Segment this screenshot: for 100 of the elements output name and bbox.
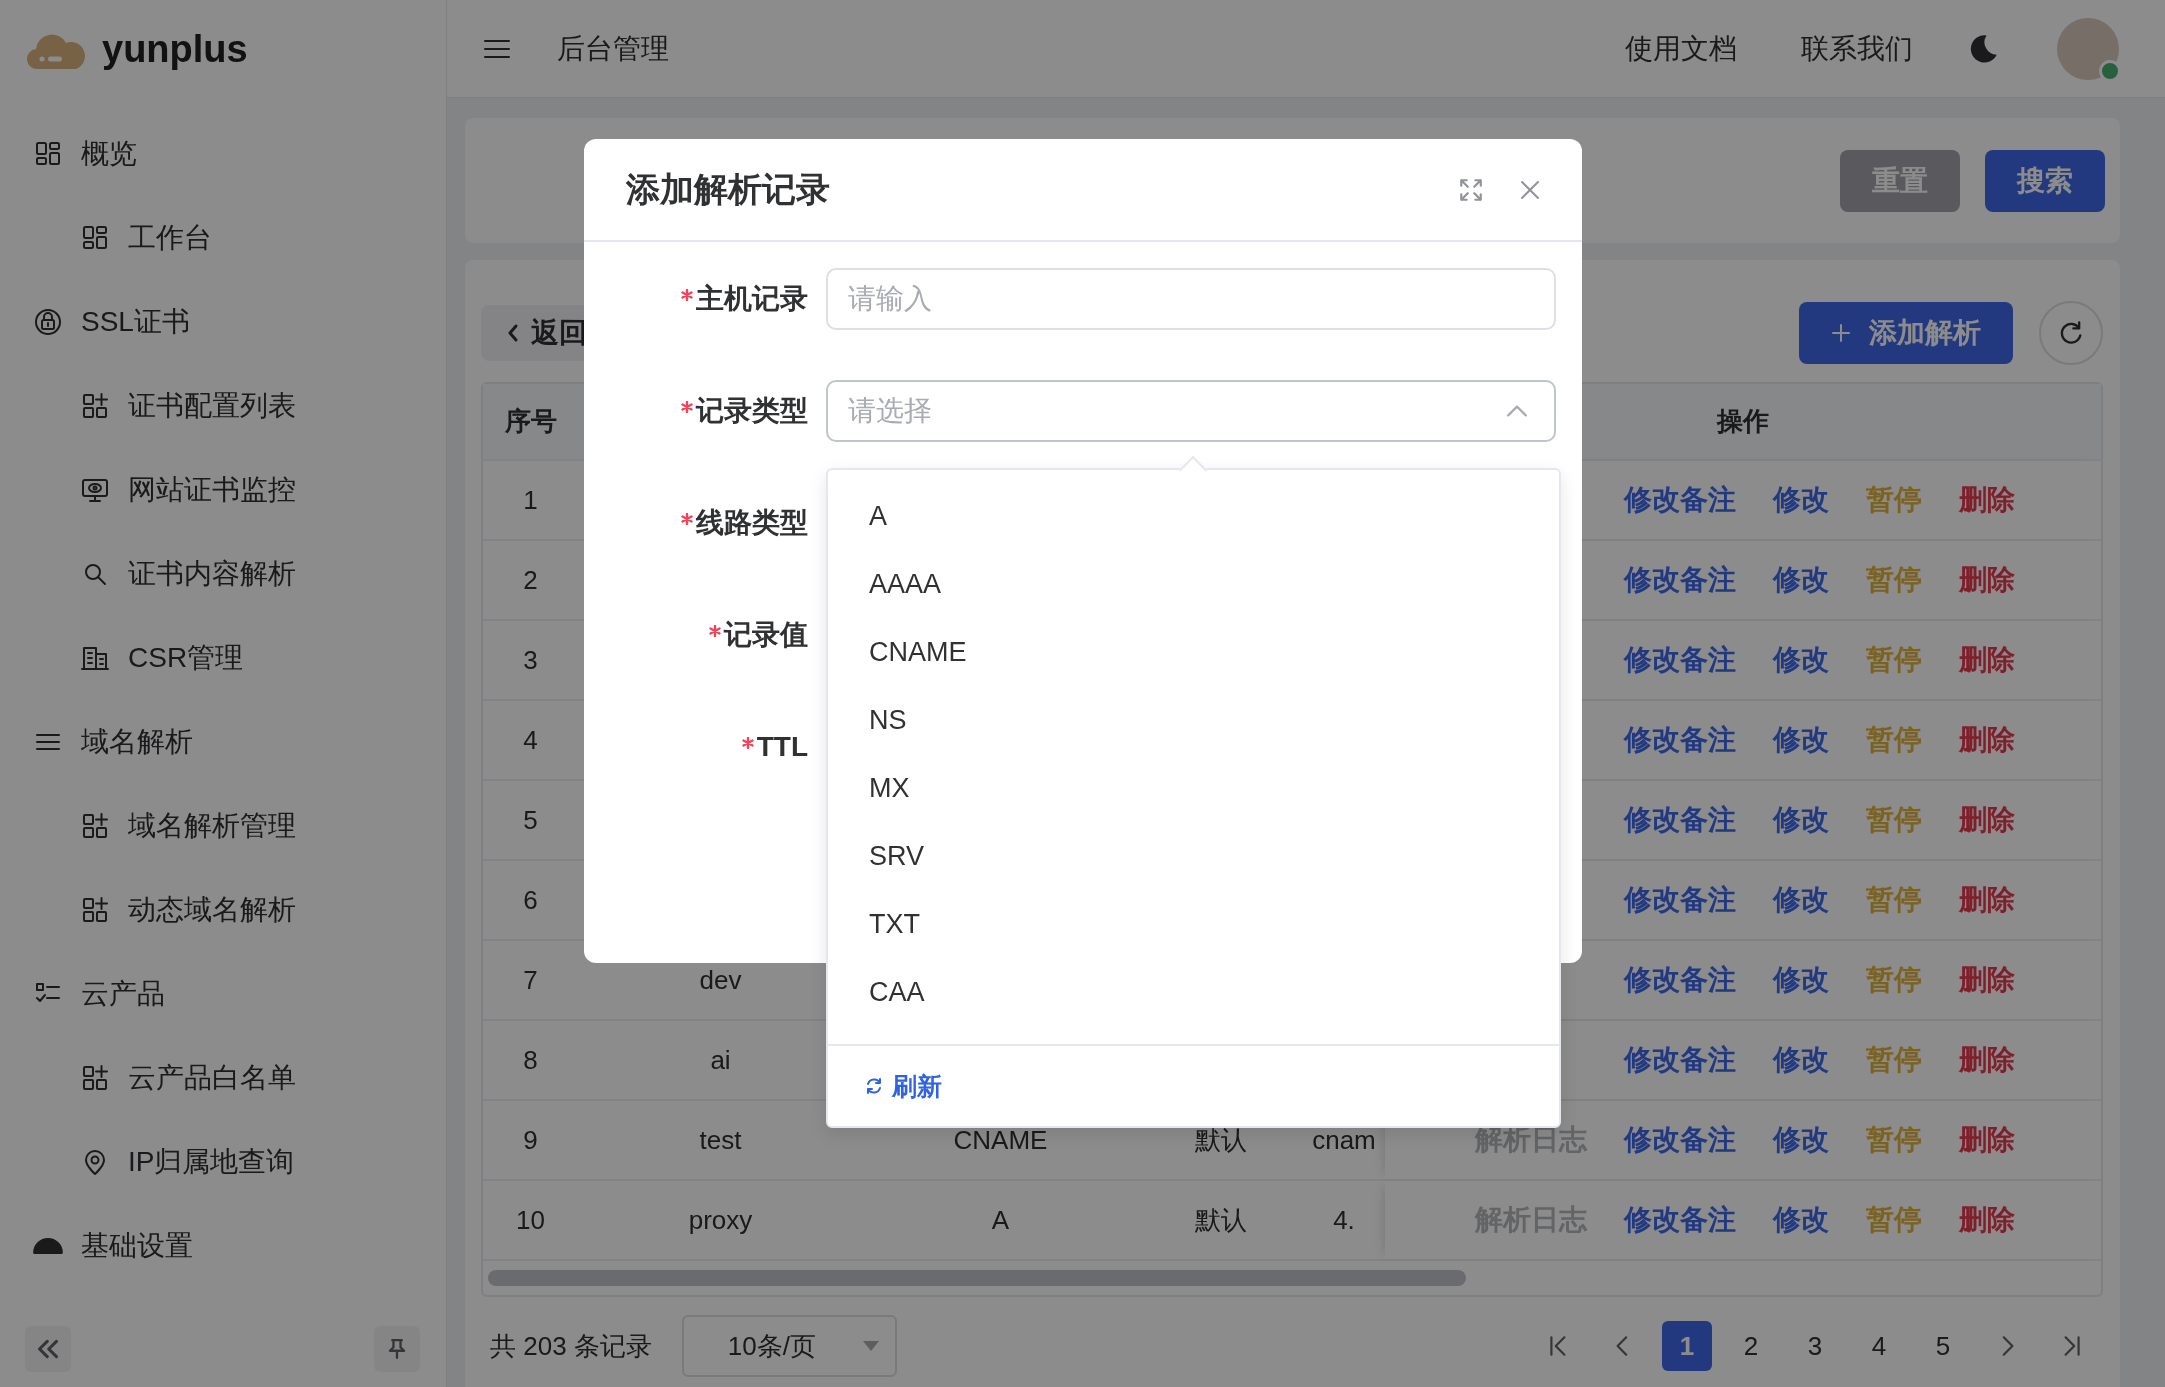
action-link[interactable]: 删除 [1959,1041,2015,1079]
action-link[interactable]: 删除 [1959,721,2015,759]
action-link[interactable]: 修改 [1773,881,1829,919]
action-link[interactable]: 修改 [1773,1121,1829,1159]
action-link[interactable]: 修改备注 [1624,801,1736,839]
action-link[interactable]: 暂停 [1866,801,1922,839]
action-link[interactable]: 暂停 [1866,641,1922,679]
table-cell: cnam [1312,1124,1376,1156]
column-header: 操作 [1717,405,1769,438]
action-link[interactable]: 删除 [1959,481,2015,519]
action-link[interactable]: 删除 [1959,1201,2015,1239]
submenu-item[interactable]: 证书配置列表 [0,364,446,448]
dropdown-option[interactable]: NS [828,686,1559,754]
table-cell: CNAME [953,1124,1048,1156]
dropdown-option[interactable]: A [828,482,1559,550]
menu-item[interactable]: 基础设置 [0,1204,446,1288]
panel-button[interactable]: 搜索 [1985,149,2105,212]
action-link[interactable]: 暂停 [1866,881,1922,919]
table-cell-text: 9 [522,1123,539,1157]
action-link[interactable]: 修改备注 [1624,721,1736,759]
action-link[interactable]: 修改 [1773,961,1829,999]
refresh-link[interactable]: 刷新 [864,1069,942,1103]
action-link[interactable]: 删除 [1959,561,2015,599]
table-cell: A [991,1204,1010,1236]
action-link[interactable]: 暂停 [1866,1201,1922,1239]
action-link[interactable]: 修改备注 [1624,481,1736,519]
field-label: TTL [756,731,808,763]
dropdown-option[interactable]: SRV [828,822,1559,890]
submenu-item[interactable]: IP归属地查询 [0,1120,446,1204]
apps-icon [80,895,110,925]
action-link[interactable]: 修改 [1773,801,1829,839]
page-button[interactable]: 2 [1726,1321,1776,1371]
dialog-title: 添加解析记录 [626,168,830,210]
add-button[interactable]: 添加解析 [1799,302,2013,364]
submenu-item[interactable]: CSR管理 [0,616,446,700]
menu-item[interactable]: 域名解析 [0,700,446,784]
submenu-item[interactable]: 证书内容解析 [0,532,446,616]
action-link[interactable]: 删除 [1959,801,2015,839]
header-link[interactable]: 使用文档 [1625,29,1737,68]
table-cell: dev [699,964,742,996]
table-cell-text: 1 [522,483,539,517]
header-link[interactable]: 联系我们 [1801,29,1913,68]
action-link[interactable]: 修改 [1773,721,1829,759]
submenu-item[interactable]: 域名解析管理 [0,784,446,868]
page-button[interactable]: 4 [1854,1321,1904,1371]
page-button[interactable]: 5 [1918,1321,1968,1371]
table-cell-text: 8 [522,1043,539,1077]
action-link[interactable]: 暂停 [1866,1121,1922,1159]
scrollbar-thumb[interactable] [488,1270,1466,1286]
fullscreen-icon[interactable] [1458,176,1484,203]
field-label: 记录值 [724,618,808,652]
action-link[interactable]: 删除 [1959,881,2015,919]
action-link[interactable]: 修改 [1773,1041,1829,1079]
menu-item[interactable]: 概览 [0,112,446,196]
caret-down-icon [860,1340,881,1352]
action-link[interactable]: 暂停 [1866,1041,1922,1079]
submenu-item[interactable]: 工作台 [0,196,446,280]
submenu-item[interactable]: 云产品白名单 [0,1036,446,1120]
table-cell-text: 2 [522,563,539,597]
dropdown-option[interactable]: CNAME [828,618,1559,686]
collapse-button[interactable] [25,1325,71,1372]
dropdown-option[interactable]: AAAA [828,550,1559,618]
pin-button[interactable] [374,1325,420,1372]
menu-item[interactable]: SSL证书 [0,280,446,364]
action-link[interactable]: 修改备注 [1624,1041,1736,1079]
table-cell: proxy [688,1204,753,1236]
page-button[interactable]: 3 [1790,1321,1840,1371]
page-size-select[interactable]: 10条/页 [681,1315,897,1377]
action-link[interactable]: 修改 [1773,481,1829,519]
action-link[interactable]: 修改 [1773,561,1829,599]
action-link[interactable]: 删除 [1959,641,2015,679]
action-link[interactable]: 删除 [1959,961,2015,999]
submenu-item[interactable]: 网站证书监控 [0,448,446,532]
table-cell-text: 默认 [1194,1203,1247,1237]
action-link[interactable]: 修改 [1773,1201,1829,1239]
table-cell: test [699,1124,742,1156]
action-link[interactable]: 暂停 [1866,561,1922,599]
input-field[interactable]: 请输入 [826,268,1556,330]
table-cell-text: 6 [522,883,539,917]
chevron-up-icon [1506,404,1528,418]
action-link[interactable]: 修改备注 [1624,881,1736,919]
dropdown-option[interactable]: CAA [828,958,1559,1026]
action-link[interactable]: 暂停 [1866,961,1922,999]
action-link[interactable]: 修改 [1773,641,1829,679]
submenu-item[interactable]: 动态域名解析 [0,868,446,952]
page-button[interactable]: 1 [1662,1321,1712,1371]
menu-item[interactable]: 云产品 [0,952,446,1036]
action-link[interactable]: 修改备注 [1624,641,1736,679]
select-field[interactable]: 请选择 [826,380,1556,442]
dropdown-option[interactable]: TXT [828,890,1559,958]
double-chevron-left-icon [38,1338,58,1359]
dropdown-option[interactable]: MX [828,754,1559,822]
action-link[interactable]: 暂停 [1866,721,1922,759]
action-link[interactable]: 删除 [1959,1121,2015,1159]
action-link[interactable]: 修改备注 [1624,1121,1736,1159]
action-link[interactable]: 暂停 [1866,481,1922,519]
action-link[interactable]: 修改备注 [1624,1201,1736,1239]
lock-icon [33,307,63,337]
action-link[interactable]: 修改备注 [1624,961,1736,999]
action-link[interactable]: 修改备注 [1624,561,1736,599]
